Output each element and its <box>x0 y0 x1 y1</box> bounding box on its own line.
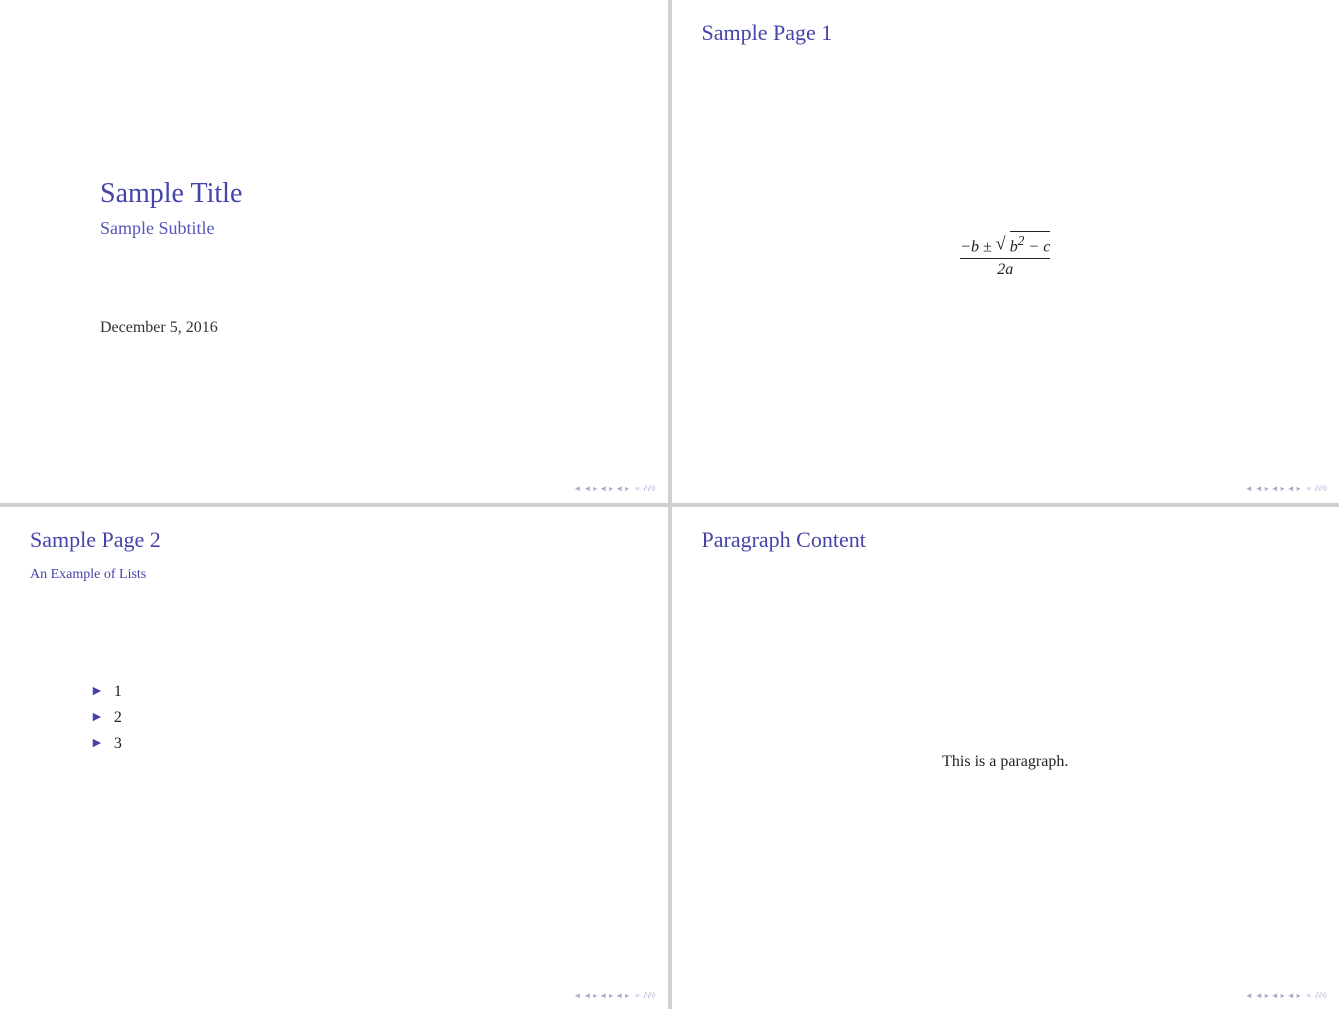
nav-icon: ◄ <box>615 991 623 1000</box>
slide-paragraph: Paragraph Content This is a paragraph. ◄… <box>672 507 1339 1009</box>
slide-4-footer: ◄ ◄ ▸ ◄ ▸ ◄ ▸ ≡ ∂∂◊ <box>672 981 1339 1009</box>
paragraph-title: Paragraph Content <box>702 527 1310 553</box>
slide-math: Sample Page 1 −b ± √ b2 − c 2a ◄ ◄ ▸ <box>672 0 1339 503</box>
slide-3-content: Sample Page 2 An Example of Lists ► 1 ► … <box>0 507 668 982</box>
slide-3-footer: ◄ ◄ ▸ ◄ ▸ ◄ ▸ ≡ ∂∂◊ <box>0 981 668 1009</box>
nav-icon: ◄ <box>1255 484 1263 493</box>
nav-icon: ◄ <box>1287 484 1295 493</box>
list-item: ► 2 <box>90 709 638 727</box>
nav-end: ∂∂◊ <box>1313 484 1327 493</box>
nav-icon: ▸ <box>609 991 613 1000</box>
nav-icon: ▸ <box>1281 484 1285 493</box>
nav-end: ∂∂◊ <box>642 484 656 493</box>
bullet-icon-1: ► <box>90 684 104 700</box>
nav-icon: ◄ <box>599 484 607 493</box>
paragraph-display-area: This is a paragraph. <box>702 563 1310 962</box>
nav-icon: ▸ <box>625 991 629 1000</box>
nav-sep: ≡ <box>1303 484 1312 493</box>
main-subtitle: Sample Subtitle <box>100 218 215 239</box>
math-display-area: −b ± √ b2 − c 2a <box>702 56 1310 455</box>
bullet-icon-3: ► <box>90 736 104 752</box>
nav-icon: ▸ <box>1281 991 1285 1000</box>
list-item-text-3: 3 <box>114 735 122 753</box>
nav-left-icon[interactable]: ◄ <box>573 484 581 493</box>
nav-icon: ▸ <box>1297 991 1301 1000</box>
page-1-title: Sample Page 1 <box>702 20 1310 46</box>
nav-icon: ▸ <box>1297 484 1301 493</box>
nav-icon: ◄ <box>1287 991 1295 1000</box>
nav-icon: ◄ <box>1271 484 1279 493</box>
nav-icon: ◄ <box>1271 991 1279 1000</box>
nav-icon: ◄ <box>599 991 607 1000</box>
formula-denominator: 2a <box>960 261 1050 279</box>
nav-sep: ≡ <box>631 484 640 493</box>
nav-left-icon[interactable]: ◄ <box>1245 991 1253 1000</box>
nav-icon: ◄ <box>615 484 623 493</box>
nav-icon: ◄ <box>1255 991 1263 1000</box>
slide-2-content: Sample Page 1 −b ± √ b2 − c 2a <box>672 0 1339 475</box>
nav-icon: ▸ <box>1265 991 1269 1000</box>
list-item: ► 1 <box>90 683 638 701</box>
page-2-title: Sample Page 2 <box>30 527 638 553</box>
page-2-subtitle: An Example of Lists <box>30 567 638 583</box>
formula-numerator: −b ± √ b2 − c <box>960 231 1050 259</box>
nav-controls-2: ◄ ◄ ▸ ◄ ▸ ◄ ▸ ≡ ∂∂◊ <box>1245 484 1327 493</box>
nav-left-icon[interactable]: ◄ <box>573 991 581 1000</box>
nav-icon: ◄ <box>583 484 591 493</box>
slide-1-content: Sample Title Sample Subtitle December 5,… <box>0 0 668 475</box>
nav-controls-4: ◄ ◄ ▸ ◄ ▸ ◄ ▸ ≡ ∂∂◊ <box>1245 991 1327 1000</box>
bullet-list: ► 1 ► 2 ► 3 <box>30 683 638 761</box>
slide-4-content: Paragraph Content This is a paragraph. <box>672 507 1339 982</box>
slide-title: Sample Title Sample Subtitle December 5,… <box>0 0 668 503</box>
nav-icon: ▸ <box>593 484 597 493</box>
slide-2-footer: ◄ ◄ ▸ ◄ ▸ ◄ ▸ ≡ ∂∂◊ <box>672 475 1339 503</box>
nav-icon: ▸ <box>1265 484 1269 493</box>
nav-icon: ▸ <box>609 484 613 493</box>
paragraph-body: This is a paragraph. <box>942 753 1068 771</box>
presentation-date: December 5, 2016 <box>100 319 218 337</box>
nav-sep: ≡ <box>631 991 640 1000</box>
nav-left-icon[interactable]: ◄ <box>1245 484 1253 493</box>
bullet-icon-2: ► <box>90 710 104 726</box>
nav-sep: ≡ <box>1303 991 1312 1000</box>
main-title: Sample Title <box>100 178 242 210</box>
formula-fraction: −b ± √ b2 − c 2a <box>960 231 1050 279</box>
list-item-text-1: 1 <box>114 683 122 701</box>
list-item: ► 3 <box>90 735 638 753</box>
slide-1-footer: ◄ ◄ ▸ ◄ ▸ ◄ ▸ ≡ ∂∂◊ <box>0 475 668 503</box>
nav-icon: ▸ <box>593 991 597 1000</box>
list-item-text-2: 2 <box>114 709 122 727</box>
nav-end: ∂∂◊ <box>642 991 656 1000</box>
nav-controls-1: ◄ ◄ ▸ ◄ ▸ ◄ ▸ ≡ ∂∂◊ <box>573 484 655 493</box>
slide-list: Sample Page 2 An Example of Lists ► 1 ► … <box>0 507 668 1009</box>
nav-icon: ▸ <box>625 484 629 493</box>
quadratic-formula: −b ± √ b2 − c 2a <box>960 231 1050 279</box>
nav-icon: ◄ <box>583 991 591 1000</box>
nav-end: ∂∂◊ <box>1313 991 1327 1000</box>
nav-controls-3: ◄ ◄ ▸ ◄ ▸ ◄ ▸ ≡ ∂∂◊ <box>573 991 655 1000</box>
